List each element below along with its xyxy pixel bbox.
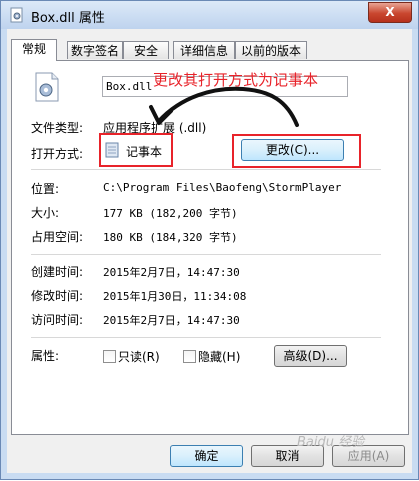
advanced-button[interactable]: 高级(D)...: [274, 345, 347, 367]
tab-details[interactable]: 详细信息: [173, 41, 235, 59]
size-on-disk-label: 占用空间:: [31, 230, 84, 244]
size-on-disk-value: 180 KB (184,320 字节): [103, 231, 238, 244]
attributes-label: 属性:: [31, 349, 60, 363]
modified-value: 2015年1月30日，11:34:08: [103, 290, 247, 303]
location-value: C:\Program Files\Baofeng\StormPlayer: [103, 181, 342, 194]
accessed-value: 2015年2月7日，14:47:30: [103, 314, 240, 327]
general-tab-panel: [11, 60, 409, 435]
file-type-label: 文件类型:: [31, 121, 84, 135]
tab-previous-versions[interactable]: 以前的版本: [235, 41, 307, 59]
accessed-label: 访问时间:: [31, 313, 84, 327]
readonly-label[interactable]: 只读(R): [118, 348, 160, 365]
window-title: Box.dll 属性: [31, 11, 105, 26]
ok-button[interactable]: 确定: [170, 445, 243, 467]
change-button-highlight: [232, 134, 361, 168]
dll-file-icon: [35, 72, 59, 102]
readonly-checkbox[interactable]: [103, 350, 116, 363]
properties-window: Box.dll 属性 X 常规 数字签名 安全 详细信息 以前的版本 Box.d…: [0, 0, 419, 480]
tab-security[interactable]: 安全: [123, 41, 169, 59]
hidden-label[interactable]: 隐藏(H): [198, 348, 240, 365]
open-with-label: 打开方式:: [31, 147, 84, 161]
location-label: 位置:: [31, 182, 60, 196]
tab-general[interactable]: 常规: [11, 39, 57, 61]
close-button[interactable]: X: [368, 2, 412, 23]
modified-label: 修改时间:: [31, 289, 84, 303]
size-value: 177 KB (182,200 字节): [103, 207, 238, 220]
separator: [31, 337, 381, 338]
file-gear-icon: [10, 7, 23, 23]
open-with-highlight: [99, 133, 173, 167]
annotation-text: 更改其打开方式为记事本: [153, 71, 319, 89]
hidden-checkbox[interactable]: [183, 350, 196, 363]
separator: [31, 169, 381, 170]
tab-digital-signatures[interactable]: 数字签名: [67, 41, 123, 59]
watermark: Baidu 经验: [297, 435, 365, 450]
created-label: 创建时间:: [31, 265, 84, 279]
title-bar[interactable]: Box.dll 属性 X: [1, 1, 418, 29]
size-label: 大小:: [31, 206, 60, 220]
separator: [31, 254, 381, 255]
created-value: 2015年2月7日，14:47:30: [103, 266, 240, 279]
